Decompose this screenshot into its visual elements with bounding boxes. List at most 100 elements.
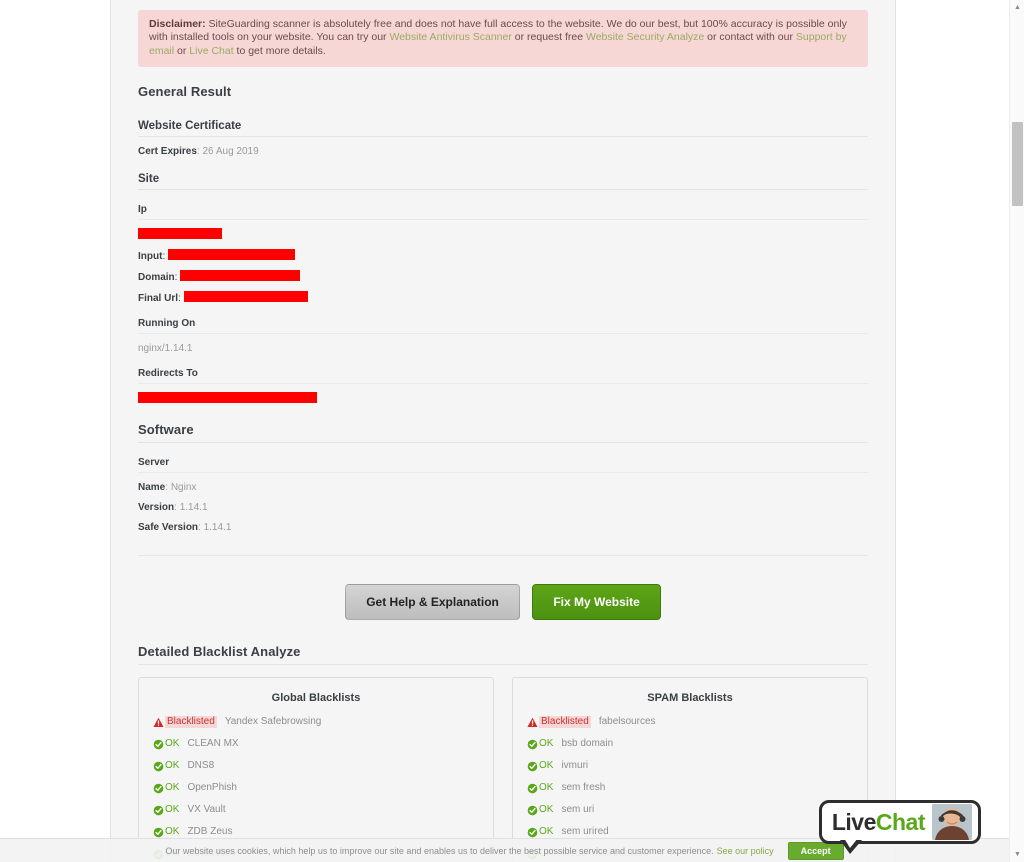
blacklist-status-label: OK [539, 760, 554, 772]
page-scroll-container: Disclaimer: SiteGuarding scanner is abso… [0, 0, 1009, 862]
server-name-value: Nginx [170, 482, 197, 494]
blacklist-row: OK bsb domain [527, 738, 853, 750]
global-blacklists-card: Global Blacklists Blacklisted Yandex Safe… [138, 677, 494, 862]
server-version-value: 1.14.1 [179, 502, 208, 514]
blacklist-row: OK OpenPhish [153, 782, 479, 794]
check-circle-icon [527, 761, 538, 772]
fix-my-website-button[interactable]: Fix My Website [532, 584, 661, 621]
blacklist-status-label: OK [165, 826, 180, 838]
livechat-widget[interactable]: LiveChat [818, 800, 981, 854]
redirects-to-redaction-bar [138, 392, 317, 404]
scroll-up-arrow-icon[interactable]: ▲ [1010, 0, 1024, 15]
disclaimer-text-3: or contact with our [704, 31, 796, 44]
spam-blacklists-card: SPAM Blacklists Blacklisted fabelsources O… [512, 677, 868, 862]
livechat-bubble[interactable]: LiveChat [818, 800, 981, 854]
live-chat-link[interactable]: Live Chat [189, 45, 233, 57]
domain-redaction-bar [180, 270, 301, 282]
blacklist-row: OK VX Vault [153, 804, 479, 816]
blacklist-status-label: OK [539, 782, 554, 794]
disclaimer-text-5: to get more details. [233, 44, 326, 57]
blacklist-cards: Global Blacklists Blacklisted Yandex Safe… [138, 677, 868, 862]
running-on-value: nginx/1.14.1 [138, 343, 193, 355]
agent-portrait-icon [932, 804, 972, 840]
website-antivirus-scanner-link[interactable]: Website Antivirus Scanner [389, 31, 511, 43]
blacklist-provider-name: OpenPhish [187, 782, 237, 794]
server-version-label: Version [138, 502, 175, 514]
cert-expires-value: 26 Aug 2019 [202, 146, 259, 158]
blacklist-status-label: OK [539, 826, 554, 838]
warning-triangle-icon [153, 717, 164, 727]
global-blacklists-title: Global Blacklists [271, 692, 361, 705]
check-circle-icon [527, 827, 538, 838]
ip-label: Ip [138, 204, 868, 221]
server-name-label: Name [138, 482, 166, 494]
blacklist-status: OK [527, 826, 553, 838]
input-row: Input: [138, 249, 868, 262]
blacklist-status: OK [153, 804, 179, 816]
report-panel: Disclaimer: SiteGuarding scanner is abso… [110, 0, 896, 862]
cookie-policy-link[interactable]: See our policy [717, 846, 774, 856]
check-circle-icon [153, 783, 164, 794]
blacklist-status-label: Blacklisted [539, 716, 591, 729]
check-circle-icon [153, 739, 164, 750]
running-on-label: Running On [138, 318, 868, 335]
ip-redaction-bar [138, 228, 222, 240]
check-circle-icon [527, 805, 538, 816]
blacklist-provider-name: ivmuri [561, 760, 589, 772]
disclaimer-text-2: or request free [511, 31, 586, 44]
blacklist-provider-name: bsb domain [561, 738, 614, 750]
blacklist-provider-name: sem fresh [561, 782, 606, 794]
blacklist-provider-name: sem urired [561, 826, 609, 838]
blacklist-status-label: OK [165, 782, 180, 794]
blacklist-provider-name: Yandex Safebrowsing [224, 716, 322, 728]
vertical-scrollbar[interactable]: ▲ ▼ [1009, 0, 1024, 862]
blacklist-status: OK [153, 760, 179, 772]
blacklist-provider-name: ZDB Zeus [187, 826, 233, 838]
cookie-accept-button[interactable]: Accept [787, 841, 844, 860]
divider [138, 555, 868, 557]
scrollbar-thumb[interactable] [1012, 122, 1023, 206]
website-certificate-heading: Website Certificate [138, 120, 868, 138]
website-security-analyze-link[interactable]: Website Security Analyze [586, 31, 704, 43]
server-label: Server [138, 457, 868, 474]
get-help-button[interactable]: Get Help & Explanation [345, 584, 520, 621]
livechat-label-live: Live [831, 808, 877, 835]
ip-value-row [138, 228, 868, 241]
cookie-text: Our website uses cookies, which help us … [165, 845, 714, 856]
blacklist-status-label: OK [165, 760, 180, 772]
server-safe-version-label: Safe Version [138, 522, 199, 534]
blacklist-status: OK [153, 826, 179, 838]
check-circle-icon [527, 783, 538, 794]
final-url-redaction-bar [183, 291, 308, 303]
redirects-to-label: Redirects To [138, 368, 868, 385]
server-safe-version-row: Safe Version: 1.14.1 [138, 522, 232, 534]
check-circle-icon [153, 827, 164, 838]
blacklist-row: OK ivmuri [527, 760, 853, 772]
domain-label: Domain [138, 272, 175, 284]
site-heading: Site [138, 173, 868, 191]
blacklist-status: OK [527, 782, 553, 794]
cert-expires-row: Cert Expires: 26 Aug 2019 [138, 146, 259, 158]
software-heading: Software [138, 422, 868, 444]
input-redaction-bar [168, 249, 295, 261]
server-safe-version-value: 1.14.1 [203, 522, 232, 534]
blacklist-status-label: OK [539, 804, 554, 816]
disclaimer-label: Disclaimer: [149, 18, 206, 30]
agent-avatar-photo [932, 804, 972, 840]
livechat-label-chat: Chat [875, 808, 926, 835]
cert-expires-label: Cert Expires [138, 146, 197, 158]
blacklist-row: Blacklisted fabelsources [527, 716, 853, 729]
check-circle-icon [527, 739, 538, 750]
blacklist-status-label: Blacklisted [165, 716, 217, 729]
blacklist-status: OK [153, 738, 179, 750]
detailed-blacklist-heading: Detailed Blacklist Analyze [138, 644, 868, 666]
final-url-row: Final Url: [138, 291, 868, 304]
blacklist-provider-name: sem uri [561, 804, 595, 816]
blacklist-status: OK [527, 804, 553, 816]
scroll-down-arrow-icon[interactable]: ▼ [1010, 847, 1024, 862]
blacklist-row: OK sem urired [527, 826, 853, 838]
blacklist-row: OK sem fresh [527, 782, 853, 794]
blacklist-status-label: OK [165, 738, 180, 750]
blacklist-status: Blacklisted [527, 716, 591, 729]
blacklist-row: OK ZDB Zeus [153, 826, 479, 838]
